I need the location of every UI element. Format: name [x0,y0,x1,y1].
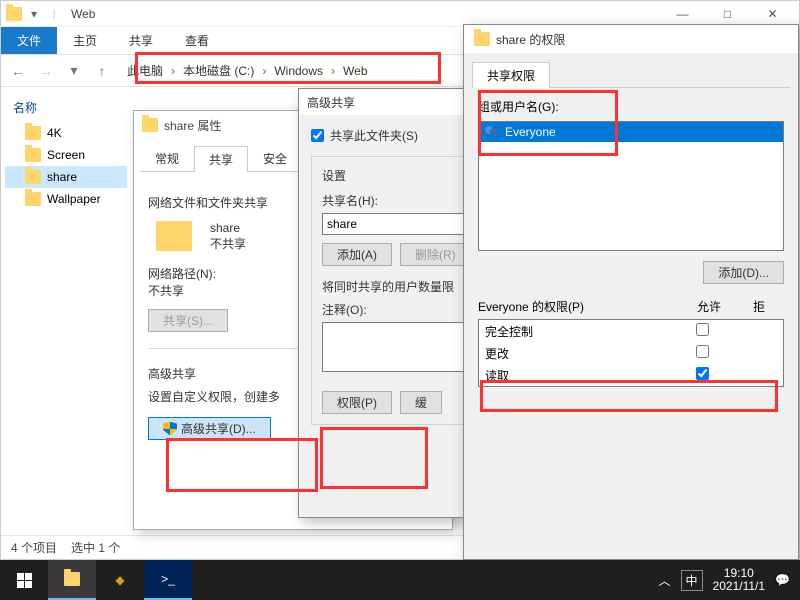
taskbar-powershell[interactable]: >_ [144,560,192,600]
dialog-titlebar: share 的权限 [464,25,798,53]
tab-view[interactable]: 查看 [169,27,225,54]
button-label: 高级共享(D)... [181,420,256,437]
windows-icon [17,573,32,588]
folder-icon [25,170,41,184]
add-user-button[interactable]: 添加(D)... [703,261,784,284]
status-count: 4 个项目 [11,539,57,556]
tab-share[interactable]: 共享 [113,27,169,54]
folder-icon [142,118,158,132]
column-header-name[interactable]: 名称 [13,99,119,116]
folder-icon [64,572,80,586]
permissions-for-label: Everyone 的权限(P) [478,298,684,315]
list-item[interactable]: Screen [5,144,127,166]
allow-checkbox[interactable] [696,323,709,336]
folder-icon [5,5,23,23]
permissions-dialog: share 的权限 共享权限 组或用户名(G): Everyone 添加(D).… [463,24,799,560]
item-label: Screen [47,148,85,162]
window-controls: — □ ✕ [660,1,795,27]
share-button[interactable]: 共享(S)... [148,309,228,332]
notifications-icon[interactable]: 💬 [775,573,790,587]
advanced-sharing-button[interactable]: 高级共享(D)... [148,417,271,440]
breadcrumb-item[interactable]: 此电脑 [127,62,163,79]
folder-icon [25,148,41,162]
breadcrumb-item[interactable]: Windows [274,64,323,78]
tab-general[interactable]: 常规 [140,145,194,171]
divider: | [45,5,63,23]
users-listbox[interactable]: Everyone [478,121,784,251]
permission-name: 更改 [485,345,677,362]
start-button[interactable] [0,560,48,600]
item-label: 4K [47,126,62,140]
breadcrumb-item[interactable]: 本地磁盘 (C:) [183,62,254,79]
dropdown-icon[interactable]: ▾ [25,5,43,23]
window-title: Web [71,7,95,21]
group-users-label: 组或用户名(G): [478,98,784,115]
list-item[interactable]: share [5,166,127,188]
share-status: 不共享 [210,235,246,252]
remove-button[interactable]: 删除(R) [400,243,471,266]
file-list: 4K Screen share Wallpaper [5,122,127,210]
permissions-button[interactable]: 权限(P) [322,391,392,414]
folder-icon [156,221,192,251]
breadcrumb[interactable]: 此电脑 › 本地磁盘 (C:) › Windows › Web [119,59,376,83]
cache-button[interactable]: 缓 [400,391,442,414]
allow-header: 允许 [684,298,734,315]
checkbox[interactable] [311,129,324,142]
maximize-button[interactable]: □ [705,1,750,27]
chevron-right-icon: › [171,64,175,78]
permission-row: 读取 [479,364,783,386]
forward-button[interactable]: → [35,60,57,82]
permission-name: 完全控制 [485,323,677,340]
folder-icon [25,192,41,206]
permissions-list: 完全控制 更改 读取 [478,319,784,387]
deny-header: 拒 [734,298,784,315]
tray-chevron-up-icon[interactable]: ︿ [659,572,671,589]
list-item[interactable]: 4K [5,122,127,144]
taskbar-app[interactable]: ◆ [96,560,144,600]
checkbox-label: 共享此文件夹(S) [330,127,418,144]
tab-file[interactable]: 文件 [1,27,57,54]
system-tray: ︿ 中 19:10 2021/11/1 💬 [659,567,800,593]
permission-row: 更改 [479,342,783,364]
permissions-header: Everyone 的权限(P) 允许 拒 [478,298,784,315]
back-button[interactable]: ← [7,60,29,82]
dialog-title: share 的权限 [496,31,565,48]
date: 2021/11/1 [713,580,766,593]
ime-indicator[interactable]: 中 [681,570,703,591]
up-button[interactable]: ↑ [91,60,113,82]
quick-access-toolbar: ▾ | [5,5,63,23]
taskbar-explorer[interactable] [48,560,96,600]
add-button[interactable]: 添加(A) [322,243,392,266]
file-pane: 名称 4K Screen share Wallpaper [1,87,131,535]
allow-checkbox[interactable] [696,367,709,380]
close-button[interactable]: ✕ [750,1,795,27]
allow-checkbox[interactable] [696,345,709,358]
dialog-title: share 属性 [164,117,221,134]
user-name: Everyone [505,125,556,139]
chevron-right-icon: › [331,64,335,78]
tab-security[interactable]: 安全 [248,145,302,171]
permission-name: 读取 [485,367,677,384]
folder-icon [25,126,41,140]
tab-share-permissions[interactable]: 共享权限 [472,62,550,88]
user-row[interactable]: Everyone [479,122,783,142]
status-selected: 选中 1 个 [71,539,120,556]
list-item[interactable]: Wallpaper [5,188,127,210]
shield-icon [163,422,177,436]
permission-row: 完全控制 [479,320,783,342]
chevron-right-icon: › [262,64,266,78]
share-name: share [210,221,246,235]
item-label: share [47,170,77,184]
users-icon [485,126,499,138]
item-label: Wallpaper [47,192,101,206]
permissions-tabs: 共享权限 [472,61,790,88]
taskbar: ◆ >_ ︿ 中 19:10 2021/11/1 💬 [0,560,800,600]
recent-dropdown[interactable]: ▾ [63,60,85,82]
tab-home[interactable]: 主页 [57,27,113,54]
clock[interactable]: 19:10 2021/11/1 [713,567,766,593]
breadcrumb-item[interactable]: Web [343,64,367,78]
minimize-button[interactable]: — [660,1,705,27]
folder-icon [474,32,490,46]
tab-sharing[interactable]: 共享 [194,146,248,172]
